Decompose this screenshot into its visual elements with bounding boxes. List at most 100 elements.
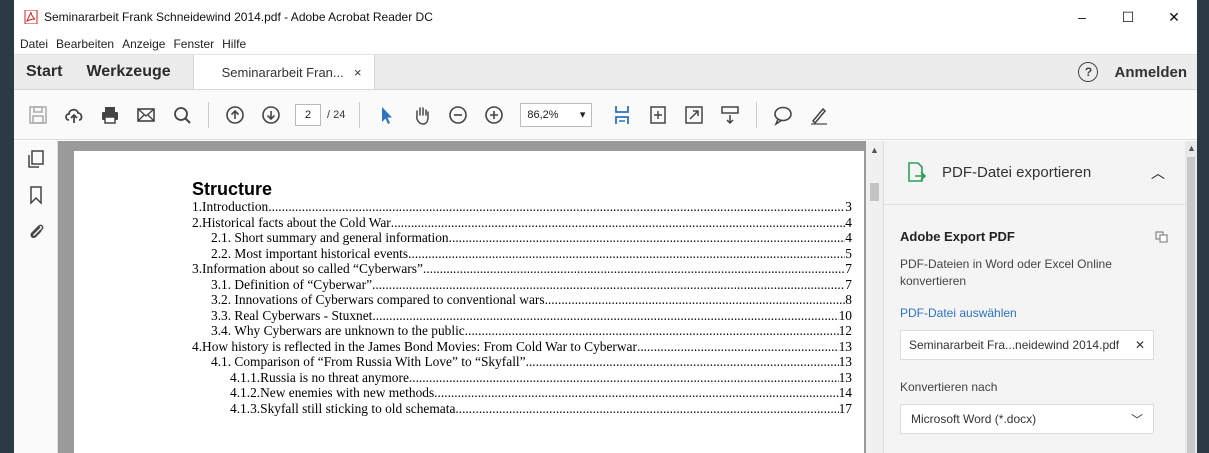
toolbar: 2 / 24 86,2% ▾ bbox=[14, 90, 1197, 140]
tab-close-icon[interactable]: × bbox=[354, 65, 362, 80]
toc-entry-page: 12 bbox=[838, 323, 852, 338]
search-icon[interactable] bbox=[164, 97, 200, 133]
toc-leader-dots bbox=[637, 339, 839, 355]
export-panel: PDF-Datei exportieren ︿ Adobe Export PDF… bbox=[883, 141, 1185, 453]
toc-entry-page: 10 bbox=[838, 307, 852, 323]
toc-entry[interactable]: 4.1.2.New enemies with new methods 14 bbox=[192, 385, 852, 401]
toc-entry[interactable]: 3.3. Real Cyberwars - Stuxnet 10 bbox=[192, 308, 852, 324]
help-button[interactable]: ? bbox=[1078, 55, 1114, 89]
page-thumbnails-icon[interactable] bbox=[14, 141, 58, 177]
toc-entry-title: 3.Information about so called “Cyberwars… bbox=[192, 261, 423, 276]
fit-page-icon[interactable] bbox=[640, 97, 676, 133]
toc-entry-page: 4 bbox=[845, 230, 852, 245]
toc-entry[interactable]: 4.1.1.Russia is no threat anymore 13 bbox=[192, 370, 852, 386]
page-up-icon[interactable] bbox=[217, 97, 253, 133]
toc-leader-dots bbox=[372, 277, 845, 293]
toc-entry[interactable]: 3.2. Innovations of Cyberwars compared t… bbox=[192, 292, 852, 308]
document-scrollbar[interactable]: ▲ bbox=[866, 141, 883, 453]
print-icon[interactable] bbox=[92, 97, 128, 133]
page-down-icon[interactable] bbox=[253, 97, 289, 133]
convert-format-dropdown[interactable]: Microsoft Word (*.docx) ﹀ bbox=[900, 404, 1154, 434]
tab-tools[interactable]: Werkzeuge bbox=[74, 55, 182, 89]
collapse-chevron-icon[interactable]: ︿ bbox=[1151, 163, 1165, 183]
toc-entry-page: 5 bbox=[845, 245, 852, 261]
toc-entry[interactable]: 2.Historical facts about the Cold War 4 bbox=[192, 215, 852, 231]
zoom-in-icon[interactable] bbox=[476, 97, 512, 133]
toc-entry[interactable]: 3.1. Definition of “Cyberwar” 7 bbox=[192, 277, 852, 293]
save-icon[interactable] bbox=[20, 97, 56, 133]
fit-width-icon[interactable] bbox=[604, 97, 640, 133]
toc-entry[interactable]: 4.1. Comparison of “From Russia With Lov… bbox=[192, 354, 852, 370]
minimize-button[interactable]: – bbox=[1059, 0, 1105, 34]
toc-entry[interactable]: 2.1. Short summary and general informati… bbox=[192, 230, 852, 246]
bookmark-icon[interactable] bbox=[14, 177, 58, 213]
toc-entry[interactable]: 3.Information about so called “Cyberwars… bbox=[192, 261, 852, 277]
maximize-button[interactable]: ☐ bbox=[1105, 0, 1151, 34]
export-panel-title: PDF-Datei exportieren bbox=[942, 164, 1092, 181]
tab-document[interactable]: Seminararbeit Fran... × bbox=[192, 55, 375, 89]
zoom-dropdown[interactable]: 86,2% ▾ bbox=[520, 102, 593, 127]
window-title: Seminararbeit Frank Schneidewind 2014.pd… bbox=[44, 10, 433, 24]
page-heading: Structure bbox=[192, 179, 273, 199]
read-mode-icon[interactable] bbox=[712, 97, 748, 133]
toc-leader-dots bbox=[526, 354, 839, 370]
select-arrow-icon[interactable] bbox=[368, 97, 404, 133]
tab-start[interactable]: Start bbox=[14, 55, 74, 89]
close-button[interactable]: ✕ bbox=[1151, 0, 1197, 34]
toc-entry[interactable]: 1.Introduction 3 bbox=[192, 199, 852, 215]
menu-edit[interactable]: Bearbeiten bbox=[52, 37, 118, 51]
zoom-out-icon[interactable] bbox=[440, 97, 476, 133]
toc-leader-dots bbox=[423, 261, 845, 277]
document-view[interactable]: Structure 1.Introduction32.Historical fa… bbox=[58, 141, 866, 453]
email-icon[interactable] bbox=[128, 97, 164, 133]
scroll-up-icon[interactable]: ▲ bbox=[1187, 143, 1196, 153]
toc-entry-page: 17 bbox=[838, 400, 852, 416]
toc-entry-title: 2.Historical facts about the Cold War bbox=[192, 214, 391, 230]
chevron-down-icon: ﹀ bbox=[1130, 412, 1143, 427]
page-number-input[interactable]: 2 bbox=[295, 103, 321, 126]
service-description: PDF-Dateien in Word oder Excel Online ko… bbox=[900, 257, 1112, 288]
service-name: Adobe Export PDF bbox=[900, 229, 1015, 244]
scroll-thumb[interactable] bbox=[870, 183, 879, 201]
toc-entry[interactable]: 4.1.3.Skyfall still sticking to old sche… bbox=[192, 401, 852, 417]
clear-file-icon[interactable]: ✕ bbox=[1135, 338, 1145, 352]
title-bar: Seminararbeit Frank Schneidewind 2014.pd… bbox=[14, 0, 1197, 34]
chevron-down-icon: ▾ bbox=[579, 109, 586, 121]
attachment-icon[interactable] bbox=[14, 213, 58, 249]
menu-help[interactable]: Hilfe bbox=[218, 37, 250, 51]
toc-entry[interactable]: 2.2. Most important historical events 5 bbox=[192, 246, 852, 262]
menu-bar: Datei Bearbeiten Anzeige Fenster Hilfe bbox=[14, 34, 1197, 54]
toc-entry-page: 13 bbox=[838, 369, 852, 385]
sign-in-button[interactable]: Anmelden bbox=[1114, 55, 1197, 89]
panel-scrollbar[interactable]: ▲ bbox=[1185, 141, 1197, 453]
toc-leader-dots bbox=[408, 246, 845, 262]
page-total: / 24 bbox=[327, 108, 346, 121]
fullscreen-icon[interactable] bbox=[676, 97, 712, 133]
sign-icon[interactable] bbox=[801, 97, 837, 133]
export-panel-header[interactable]: PDF-Datei exportieren ︿ bbox=[884, 141, 1185, 205]
menu-window[interactable]: Fenster bbox=[169, 37, 218, 51]
menu-file[interactable]: Datei bbox=[16, 37, 52, 51]
panel-scroll-thumb[interactable] bbox=[1187, 157, 1195, 453]
toc-entry-page: 7 bbox=[845, 261, 852, 276]
comment-icon[interactable] bbox=[765, 97, 801, 133]
menu-view[interactable]: Anzeige bbox=[118, 37, 169, 51]
toc-leader-dots bbox=[409, 370, 839, 386]
convert-format-value: Microsoft Word (*.docx) bbox=[911, 412, 1037, 426]
toc-entry[interactable]: 4.How history is reflected in the James … bbox=[192, 339, 852, 355]
selected-file-name: Seminararbeit Fra...neidewind 2014.pdf bbox=[909, 338, 1120, 352]
toc-entry[interactable]: 3.4. Why Cyberwars are unknown to the pu… bbox=[192, 323, 852, 339]
toc-entry-page: 4 bbox=[845, 214, 852, 230]
select-pdf-link[interactable]: PDF-Datei auswählen bbox=[900, 306, 1169, 320]
upload-cloud-icon[interactable] bbox=[56, 97, 92, 133]
toc-leader-dots bbox=[268, 199, 845, 215]
scroll-up-icon[interactable]: ▲ bbox=[870, 145, 879, 155]
acrobat-pdf-icon bbox=[24, 10, 38, 24]
hand-icon[interactable] bbox=[404, 97, 440, 133]
toc-entry-title: 4.1.1.Russia is no threat anymore bbox=[230, 369, 409, 385]
export-pdf-icon bbox=[908, 161, 927, 182]
selected-file-field[interactable]: Seminararbeit Fra...neidewind 2014.pdf ✕ bbox=[900, 330, 1154, 360]
zoom-value: 86,2% bbox=[527, 108, 559, 121]
toc-leader-dots bbox=[449, 230, 846, 246]
toc-entry-title: 2.2. Most important historical events bbox=[211, 245, 409, 261]
